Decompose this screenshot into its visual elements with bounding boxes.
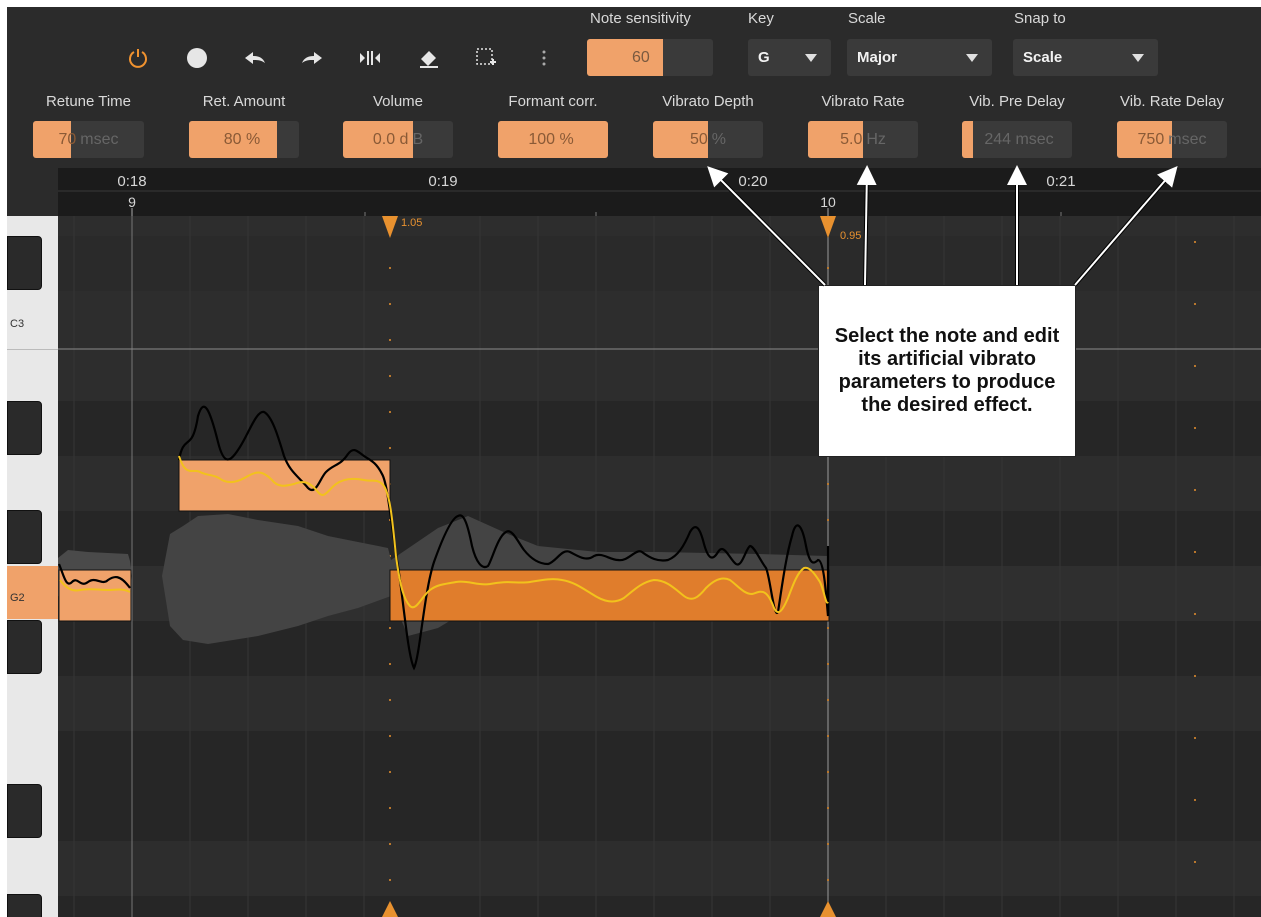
param-value: 80 % <box>223 130 261 148</box>
record-icon[interactable] <box>184 45 210 71</box>
param-value: 100 % <box>528 130 574 148</box>
key-dropdown[interactable]: G <box>748 39 831 76</box>
undo-icon[interactable] <box>242 45 268 71</box>
param-label: Vib. Rate Delay <box>1120 93 1224 110</box>
eraser-icon[interactable] <box>416 45 442 71</box>
param-slider[interactable]: 50% <box>653 121 763 158</box>
key-value: G <box>758 49 770 66</box>
chevron-down-icon <box>1132 54 1144 62</box>
param-slider[interactable]: 70 msec <box>33 121 144 158</box>
param-unit: msec <box>1168 130 1207 148</box>
chevron-down-icon <box>805 54 817 62</box>
param-value: 0.0 d <box>372 130 409 148</box>
note-sensitivity-label: Note sensitivity <box>590 10 691 27</box>
param-slider[interactable]: 0.0 dB <box>343 121 453 158</box>
piano-black-key[interactable] <box>7 510 42 564</box>
param-unit: 244 msec <box>984 130 1054 148</box>
param-slider[interactable]: 100 % <box>498 121 608 158</box>
power-icon[interactable] <box>125 45 151 71</box>
param-label: Volume <box>372 93 424 110</box>
param-unit: B <box>412 130 424 148</box>
pitch-editor-grid[interactable]: 1.05 0.95 <box>58 216 1261 917</box>
select-add-icon[interactable] <box>473 45 499 71</box>
param-label: Vibrato Depth <box>662 93 754 110</box>
snap-label: Snap to <box>1014 10 1066 27</box>
more-icon[interactable] <box>531 45 557 71</box>
marker-label: 1.05 <box>401 217 423 229</box>
param-slider[interactable]: 244 msec <box>962 121 1072 158</box>
param-value: 5.0 <box>840 130 863 148</box>
piano-black-key[interactable] <box>7 401 42 455</box>
scale-label: Scale <box>848 10 886 27</box>
param-slider[interactable]: 750 msec <box>1117 121 1227 158</box>
chevron-down-icon <box>966 54 978 62</box>
param-value: 750 <box>1137 130 1165 148</box>
param-label: Formant corr. <box>508 93 598 110</box>
param-label: Ret. Amount <box>202 93 286 110</box>
param-unit: Hz <box>866 130 886 148</box>
redo-icon[interactable] <box>299 45 325 71</box>
param-value: 50 <box>689 130 708 148</box>
pitch-editor-window: Note sensitivity 60 Key G Scale Major Sn… <box>7 7 1261 917</box>
note-sensitivity-slider[interactable]: 60 <box>587 39 713 76</box>
piano-black-key[interactable] <box>7 620 42 674</box>
marker-label: 0.95 <box>840 230 862 242</box>
piano-black-key[interactable] <box>7 236 42 290</box>
piano-black-key[interactable] <box>7 784 42 838</box>
timeline-ruler[interactable]: 0:18 0:19 0:20 0:21 9 10 <box>58 168 1261 216</box>
key-label: Key <box>748 10 774 27</box>
piano-keyboard[interactable]: C3 G2 <box>7 216 58 917</box>
param-unit: msec <box>80 130 119 148</box>
snap-dropdown[interactable]: Scale <box>1013 39 1158 76</box>
note-sensitivity-value: 60 <box>632 48 650 66</box>
param-label: Vibrato Rate <box>821 93 905 110</box>
piano-black-key[interactable] <box>7 894 42 917</box>
param-unit: % <box>711 130 727 148</box>
param-value: 70 <box>58 130 77 148</box>
key-label-g2: G2 <box>10 592 25 604</box>
scale-dropdown[interactable]: Major <box>847 39 992 76</box>
param-slider[interactable]: 80 % <box>189 121 299 158</box>
param-label: Retune Time <box>45 93 132 110</box>
annotation-callout: Select the note and edit its artificial … <box>818 285 1076 457</box>
split-icon[interactable] <box>357 45 383 71</box>
param-label: Vib. Pre Delay <box>969 93 1065 110</box>
param-slider[interactable]: 5.0 Hz <box>808 121 918 158</box>
key-label-c3: C3 <box>10 318 25 330</box>
snap-value: Scale <box>1023 49 1063 66</box>
scale-value: Major <box>857 49 898 66</box>
